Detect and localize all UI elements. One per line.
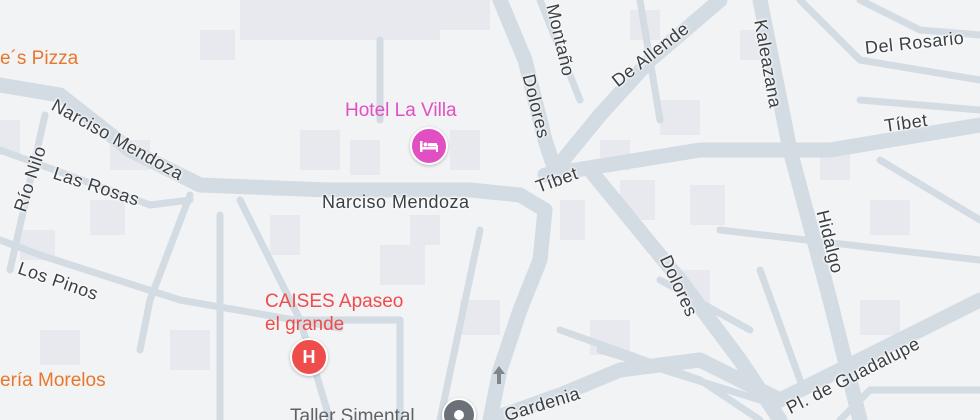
street-label-narciso-mendoza: Narciso Mendoza [322, 192, 470, 212]
caises-label-line2[interactable]: el grande [265, 314, 344, 336]
hotel-la-villa-label[interactable]: Hotel La Villa [345, 100, 457, 122]
one-way-arrow-icon [493, 366, 505, 384]
caises-label-line1[interactable]: CAISES Apaseo [265, 291, 403, 313]
h-glyph: H [302, 346, 316, 367]
pin-dot [454, 410, 464, 420]
hospital-h-icon[interactable]: H [290, 338, 328, 376]
pizza-label[interactable]: e´s Pizza [0, 48, 78, 70]
map-canvas[interactable]: Narciso Mendoza Narciso Mendoza Río Nilo… [0, 0, 980, 420]
bed-glyph-icon [420, 141, 438, 152]
minor-roads [0, 0, 980, 420]
main-roads [0, 0, 980, 420]
map-base-layer [0, 0, 980, 420]
taller-simental-label[interactable]: Taller Simental [290, 406, 415, 420]
hotel-bed-icon[interactable] [410, 127, 448, 165]
moreles-label[interactable]: ería Morelos [0, 370, 106, 392]
